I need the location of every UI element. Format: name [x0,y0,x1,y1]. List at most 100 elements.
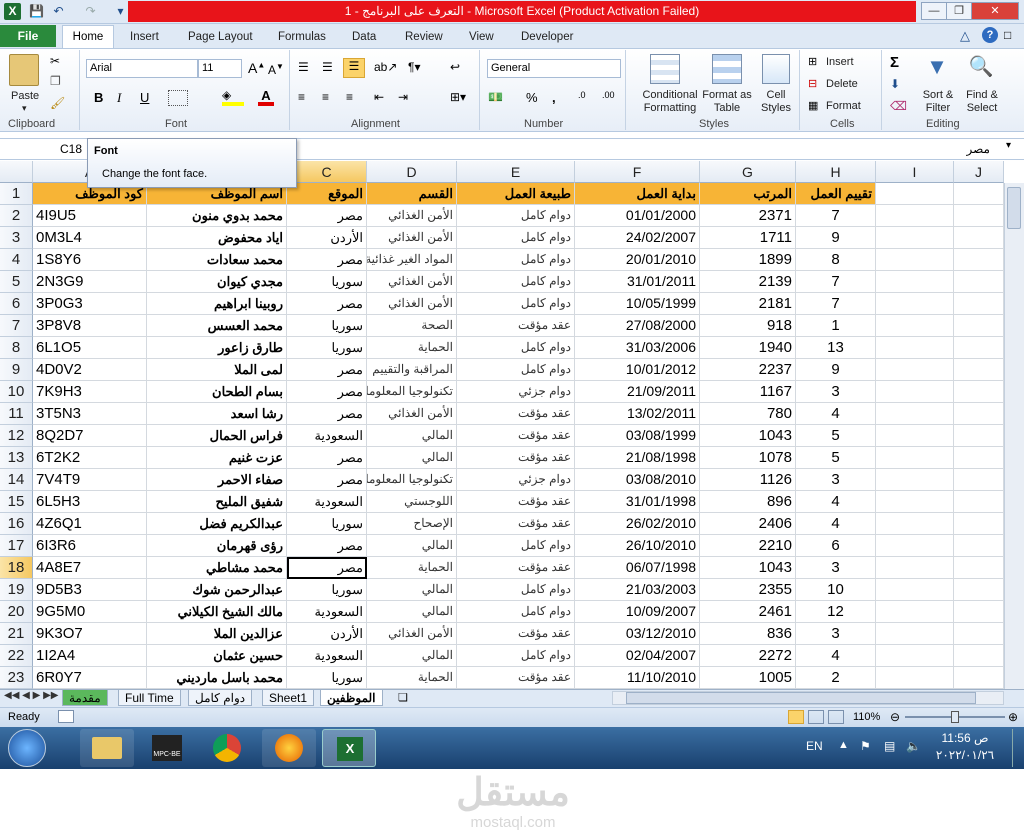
table-cell[interactable]: 7 [796,271,876,293]
table-cell[interactable]: 6T2K2 [33,447,147,469]
row-header[interactable]: 14 [0,469,33,491]
table-cell[interactable]: 1043 [700,557,796,579]
decrease-indent-icon[interactable]: ⇤ [374,90,384,104]
table-cell[interactable]: 6I3R6 [33,535,147,557]
selected-cell[interactable]: مصر [287,557,367,579]
row-header[interactable]: 5 [0,271,33,293]
table-cell[interactable]: الأمن الغذائي [367,623,457,645]
grow-font-icon[interactable]: A▲ [248,60,265,76]
table-cell[interactable]: 2139 [700,271,796,293]
autosum-icon[interactable]: Σ [890,54,899,71]
header-cell[interactable]: تقييم العمل [796,183,876,205]
table-cell[interactable]: المواد الغير غذائية [367,249,457,271]
clock-time[interactable]: 11:56 ص [930,731,1000,745]
decrease-decimal-icon[interactable]: .00 [602,90,615,100]
table-cell[interactable]: حسين عثمان [147,645,287,667]
table-cell[interactable] [954,623,1004,645]
table-cell[interactable] [954,535,1004,557]
table-cell[interactable] [954,557,1004,579]
row-header[interactable]: 4 [0,249,33,271]
table-cell[interactable]: روبينا ابراهيم [147,293,287,315]
table-cell[interactable]: 9 [796,227,876,249]
table-cell[interactable] [876,469,954,491]
table-cell[interactable] [954,249,1004,271]
table-cell[interactable]: مصر [287,359,367,381]
table-cell[interactable] [954,337,1004,359]
table-cell[interactable]: دوام كامل [457,535,575,557]
worksheet-grid[interactable]: ABCDEFGHIJ 1كود الموظفاسم الموظفالموقعال… [0,161,1024,689]
mpc-be-taskbar-icon[interactable]: MPC-BE [140,729,194,767]
table-cell[interactable]: الأمن الغذائي [367,271,457,293]
table-cell[interactable]: 4 [796,645,876,667]
table-cell[interactable]: دوام كامل [457,645,575,667]
table-cell[interactable]: دوام كامل [457,249,575,271]
font-name-combo[interactable]: Arial [86,59,198,78]
table-cell[interactable]: المالي [367,645,457,667]
table-cell[interactable]: 7V4T9 [33,469,147,491]
tab-page-layout[interactable]: Page Layout [188,28,253,46]
table-cell[interactable]: مصر [287,249,367,271]
vertical-scrollbar[interactable] [1004,183,1024,689]
table-cell[interactable]: الأمن الغذائي [367,293,457,315]
table-cell[interactable]: سوريا [287,513,367,535]
table-cell[interactable] [954,645,1004,667]
table-cell[interactable]: 9G5M0 [33,601,147,623]
tab-file[interactable]: File [0,25,56,47]
table-cell[interactable]: 24/02/2007 [575,227,700,249]
table-cell[interactable] [954,513,1004,535]
table-cell[interactable] [954,293,1004,315]
show-desktop-button[interactable] [1012,729,1024,767]
table-cell[interactable] [876,425,954,447]
table-cell[interactable]: 3 [796,623,876,645]
redo-icon[interactable]: ↷ [82,3,99,20]
page-layout-view-icon[interactable] [808,710,824,724]
table-cell[interactable]: 31/01/1998 [575,491,700,513]
table-cell[interactable] [876,667,954,689]
tab-data[interactable]: Data [352,28,376,46]
table-cell[interactable]: بسام الطحان [147,381,287,403]
table-cell[interactable] [876,205,954,227]
copy-icon[interactable]: ❐ [50,74,61,88]
table-cell[interactable]: 1167 [700,381,796,403]
table-cell[interactable]: 780 [700,403,796,425]
table-cell[interactable]: 2 [796,667,876,689]
table-cell[interactable]: مصر [287,205,367,227]
table-cell[interactable]: 9 [796,359,876,381]
header-cell[interactable]: القسم [367,183,457,205]
table-cell[interactable]: 11/10/2010 [575,667,700,689]
table-cell[interactable]: 4I9U5 [33,205,147,227]
header-cell[interactable]: طبيعة العمل [457,183,575,205]
table-cell[interactable]: طارق زاعور [147,337,287,359]
row-header[interactable]: 18 [0,557,33,579]
table-cell[interactable]: عقد مؤقت [457,557,575,579]
table-cell[interactable]: عبدالرحمن شوك [147,579,287,601]
table-cell[interactable]: الأمن الغذائي [367,227,457,249]
save-icon[interactable]: 💾 [28,3,45,20]
table-cell[interactable]: دوام كامل [457,205,575,227]
delete-cells-icon[interactable]: ⊟ [808,77,817,90]
sheet-tab-full-time-ar[interactable]: دوام كامل [188,690,253,706]
table-cell[interactable]: 02/04/2007 [575,645,700,667]
workbook-minimize-icon[interactable]: □ [1004,28,1011,42]
table-cell[interactable]: الأردن [287,623,367,645]
table-cell[interactable] [876,337,954,359]
table-cell[interactable]: 836 [700,623,796,645]
row-header[interactable]: 7 [0,315,33,337]
format-cells-icon[interactable]: ▦ [808,99,818,112]
table-cell[interactable]: 10/05/1999 [575,293,700,315]
select-all-corner[interactable] [0,161,33,183]
table-cell[interactable]: مجدي كيوان [147,271,287,293]
table-cell[interactable]: صفاء الاحمر [147,469,287,491]
table-cell[interactable]: 20/01/2010 [575,249,700,271]
table-cell[interactable]: الحماية [367,337,457,359]
table-cell[interactable]: 6 [796,535,876,557]
cell-styles-icon[interactable] [762,54,790,84]
table-cell[interactable]: سوريا [287,315,367,337]
table-cell[interactable]: السعودية [287,491,367,513]
table-cell[interactable]: سوريا [287,579,367,601]
row-header[interactable]: 23 [0,667,33,689]
table-cell[interactable] [876,601,954,623]
table-cell[interactable]: 2406 [700,513,796,535]
table-cell[interactable]: الأمن الغذائي [367,403,457,425]
italic-button[interactable]: I [117,90,121,106]
